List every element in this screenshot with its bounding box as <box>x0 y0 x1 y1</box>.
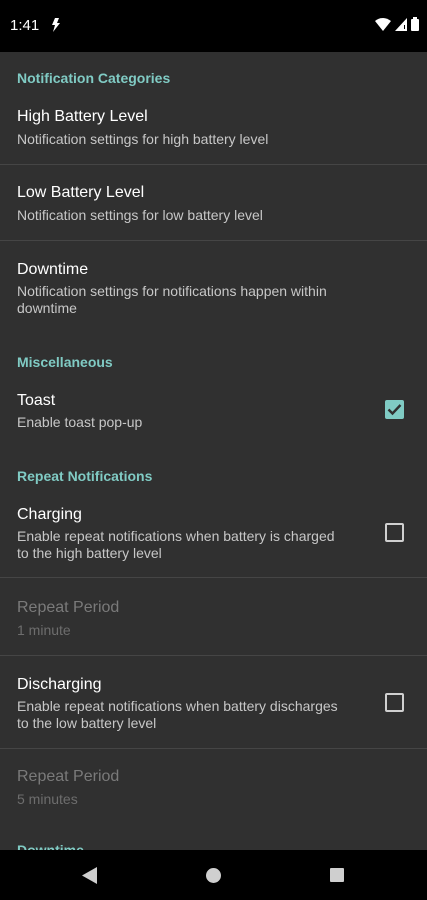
home-icon[interactable] <box>206 868 221 883</box>
divider <box>0 748 427 749</box>
pref-summary-line2: to the low battery level <box>17 715 157 731</box>
back-icon[interactable] <box>82 867 97 884</box>
category-downtime: Downtime <box>17 842 84 850</box>
status-icons <box>375 17 419 31</box>
pref-summary-line1: Enable repeat notifications when battery… <box>17 528 335 544</box>
charging-checkbox[interactable] <box>385 523 404 542</box>
pref-title: Toast <box>17 392 56 409</box>
cell-signal-icon <box>395 17 407 31</box>
wifi-icon <box>375 17 391 31</box>
pref-summary: Notification settings for high battery l… <box>17 131 269 147</box>
pref-title: Charging <box>17 506 82 523</box>
pref-summary-line2: to the high battery level <box>17 545 162 561</box>
pref-high-battery-level[interactable]: High Battery Level Notification settings… <box>0 104 427 165</box>
pref-discharging-repeat-period[interactable]: Repeat Period 5 minutes <box>0 764 427 824</box>
status-time: 1:41 <box>10 17 40 34</box>
category-repeat-notifications: Repeat Notifications <box>17 468 153 484</box>
navigation-bar <box>0 850 427 900</box>
divider <box>0 164 427 165</box>
pref-title: High Battery Level <box>17 108 148 125</box>
pref-low-battery-level[interactable]: Low Battery Level Notification settings … <box>0 180 427 241</box>
pref-summary: Enable toast pop-up <box>17 414 143 430</box>
pref-title: Repeat Period <box>17 599 120 616</box>
toast-checkbox[interactable] <box>385 400 404 419</box>
checkmark-icon <box>387 404 402 416</box>
pref-summary-line1: Notification settings for notifications … <box>17 283 327 299</box>
pref-charging[interactable]: Charging Enable repeat notifications whe… <box>0 502 427 576</box>
divider <box>0 655 427 656</box>
category-notification-categories: Notification Categories <box>17 70 171 86</box>
divider <box>0 240 427 241</box>
pref-title: Repeat Period <box>17 768 120 785</box>
battery-icon <box>411 17 419 31</box>
pref-summary: 1 minute <box>17 622 71 638</box>
pref-title: Downtime <box>17 261 89 278</box>
status-bar: 1:41 <box>0 0 427 52</box>
divider <box>0 577 427 578</box>
pref-toast[interactable]: Toast Enable toast pop-up <box>0 388 427 450</box>
pref-title: Discharging <box>17 676 102 693</box>
discharging-checkbox[interactable] <box>385 693 404 712</box>
pref-discharging[interactable]: Discharging Enable repeat notifications … <box>0 672 427 746</box>
pref-charging-repeat-period[interactable]: Repeat Period 1 minute <box>0 595 427 655</box>
pref-summary-line2: downtime <box>17 300 77 316</box>
pref-summary-line1: Enable repeat notifications when battery… <box>17 698 338 714</box>
category-miscellaneous: Miscellaneous <box>17 354 113 370</box>
pref-title: Low Battery Level <box>17 184 145 201</box>
settings-list[interactable]: Notification Categories High Battery Lev… <box>0 52 427 850</box>
pref-summary: 5 minutes <box>17 791 78 807</box>
app-notification-icon <box>52 18 60 32</box>
pref-summary: Notification settings for low battery le… <box>17 207 263 223</box>
recents-icon[interactable] <box>330 868 344 882</box>
pref-downtime[interactable]: Downtime Notification settings for notif… <box>0 257 427 337</box>
